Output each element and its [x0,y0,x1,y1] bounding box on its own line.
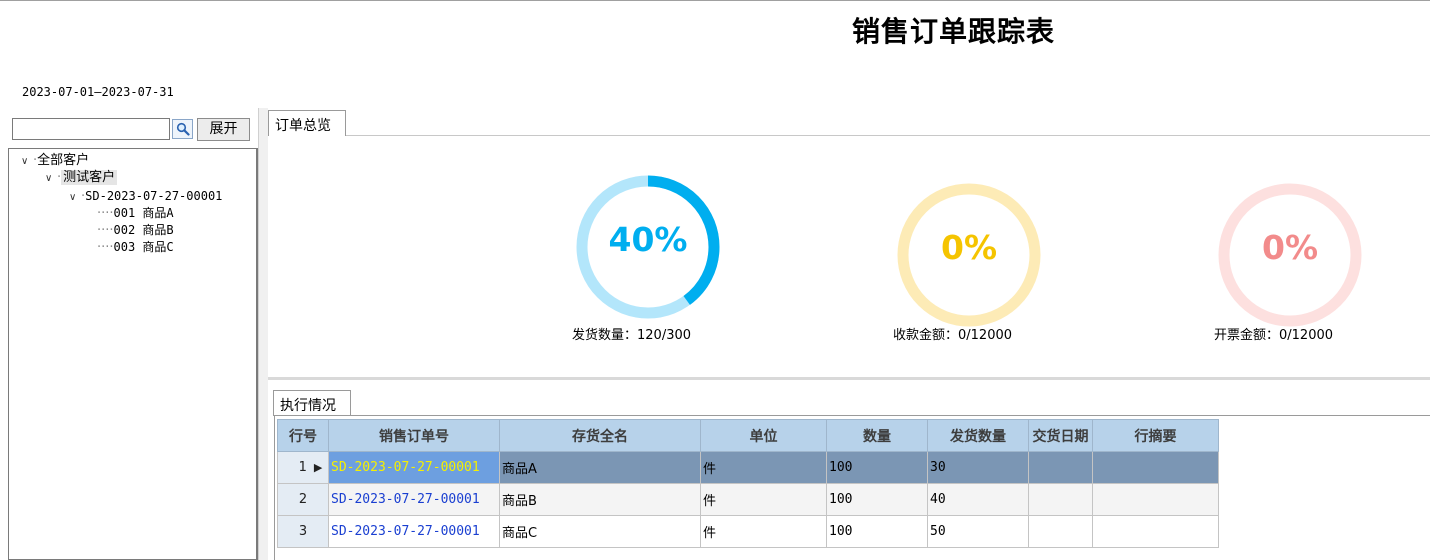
tree-node-line[interactable]: ····002 商品B [97,222,174,239]
note-cell[interactable] [1092,515,1219,548]
date-cell[interactable] [1028,451,1093,484]
note-cell[interactable] [1092,483,1219,516]
splitter[interactable] [258,108,268,560]
date-cell[interactable] [1028,515,1093,548]
search-input[interactable] [12,118,170,140]
item-cell[interactable]: 商品B [499,483,701,516]
tree-node-label: 测试客户 [61,170,118,185]
tab-execution[interactable]: 执行情况 [273,390,351,416]
page-title: 销售订单跟踪表 [852,15,1056,48]
note-cell[interactable] [1092,451,1219,484]
column-header[interactable]: 存货全名 [499,419,701,452]
date-range: 2023-07-01—2023-07-31 [22,85,174,99]
search-icon [176,122,190,136]
tab-divider [346,135,1430,136]
tree-node-customer[interactable]: ∨ · 测试客户 [45,170,118,187]
chevron-down-icon[interactable]: ∨ [45,171,57,187]
chevron-down-icon[interactable]: ∨ [69,190,81,206]
tree-node-root[interactable]: ∨ ·全部客户 [21,153,89,170]
item-cell[interactable]: 商品C [499,515,701,548]
column-header[interactable]: 行号 [277,419,329,452]
unit-cell[interactable]: 件 [700,515,827,548]
table-row[interactable]: 3 SD-2023-07-27-00001 商品C 件 100 50 [277,515,1219,548]
column-header[interactable]: 销售订单号 [328,419,500,452]
tab-order-overview[interactable]: 订单总览 [268,110,346,136]
panel-splitter[interactable] [268,377,1430,380]
order-cell[interactable]: SD-2023-07-27-00001 [328,483,500,516]
search-button[interactable] [172,119,193,139]
top-border [0,0,1430,1]
tree-node-line[interactable]: ····003 商品C [97,239,174,256]
expand-button[interactable]: 展开 [197,118,250,141]
tree-node-label: 全部客户 [37,153,90,168]
date-cell[interactable] [1028,483,1093,516]
unit-cell[interactable]: 件 [700,483,827,516]
table-header-row: 行号 销售订单号 存货全名 单位 数量 发货数量 交货日期 行摘要 [277,419,1219,452]
gauge-shipped: 40% [573,172,723,322]
tree-node-line[interactable]: ····001 商品A [97,205,174,222]
table-row[interactable]: 1 ▶ SD-2023-07-27-00001 商品A 件 100 30 [277,451,1219,484]
qty-cell[interactable]: 100 [826,451,928,484]
qty-cell[interactable]: 100 [826,515,928,548]
order-cell[interactable]: SD-2023-07-27-00001 [328,515,500,548]
customer-tree: ∨ ·全部客户 ∨ · 测试客户 ∨ ·SD-2023-07-27-00001 ····… [8,148,258,560]
tree-node-label: 001 商品A [113,206,174,220]
tree-node-label: 002 商品B [113,223,174,237]
column-header[interactable]: 单位 [700,419,827,452]
tree-node-order[interactable]: ∨ ·SD-2023-07-27-00001 [69,188,222,206]
gauge-caption: 开票金额：0/12000 [1214,328,1334,343]
gauge-received: 0% [894,180,1044,330]
shipped-cell[interactable]: 40 [927,483,1029,516]
shipped-cell[interactable]: 30 [927,451,1029,484]
current-row-arrow-icon: ▶ [313,461,323,474]
item-cell[interactable]: 商品A [499,451,701,484]
gauge-percent: 0% [1261,228,1319,267]
gauge-invoiced: 0% [1215,180,1365,330]
row-number-cell[interactable]: 3 [277,515,329,548]
shipped-cell[interactable]: 50 [927,515,1029,548]
column-header[interactable]: 数量 [826,419,928,452]
unit-cell[interactable]: 件 [700,451,827,484]
chevron-down-icon[interactable]: ∨ [21,154,33,170]
qty-cell[interactable]: 100 [826,483,928,516]
execution-table: 行号 销售订单号 存货全名 单位 数量 发货数量 交货日期 行摘要 1 ▶ SD-… [277,419,1219,548]
table-row[interactable]: 2 SD-2023-07-27-00001 商品B 件 100 40 [277,483,1219,516]
tree-node-label: SD-2023-07-27-00001 [85,189,223,203]
column-header[interactable]: 交货日期 [1028,419,1093,452]
tree-node-label: 003 商品C [113,240,174,254]
order-cell[interactable]: SD-2023-07-27-00001 [328,451,500,484]
column-header[interactable]: 行摘要 [1092,419,1219,452]
row-number-cell[interactable]: 1 ▶ [277,451,329,484]
row-number-cell[interactable]: 2 [277,483,329,516]
gauge-caption: 收款金额：0/12000 [893,328,1013,343]
column-header[interactable]: 发货数量 [927,419,1029,452]
gauge-percent: 0% [940,228,998,267]
row-number: 1 [298,460,307,475]
gauge-percent: 40% [608,220,688,259]
gauge-caption: 发货数量：120/300 [572,328,692,343]
